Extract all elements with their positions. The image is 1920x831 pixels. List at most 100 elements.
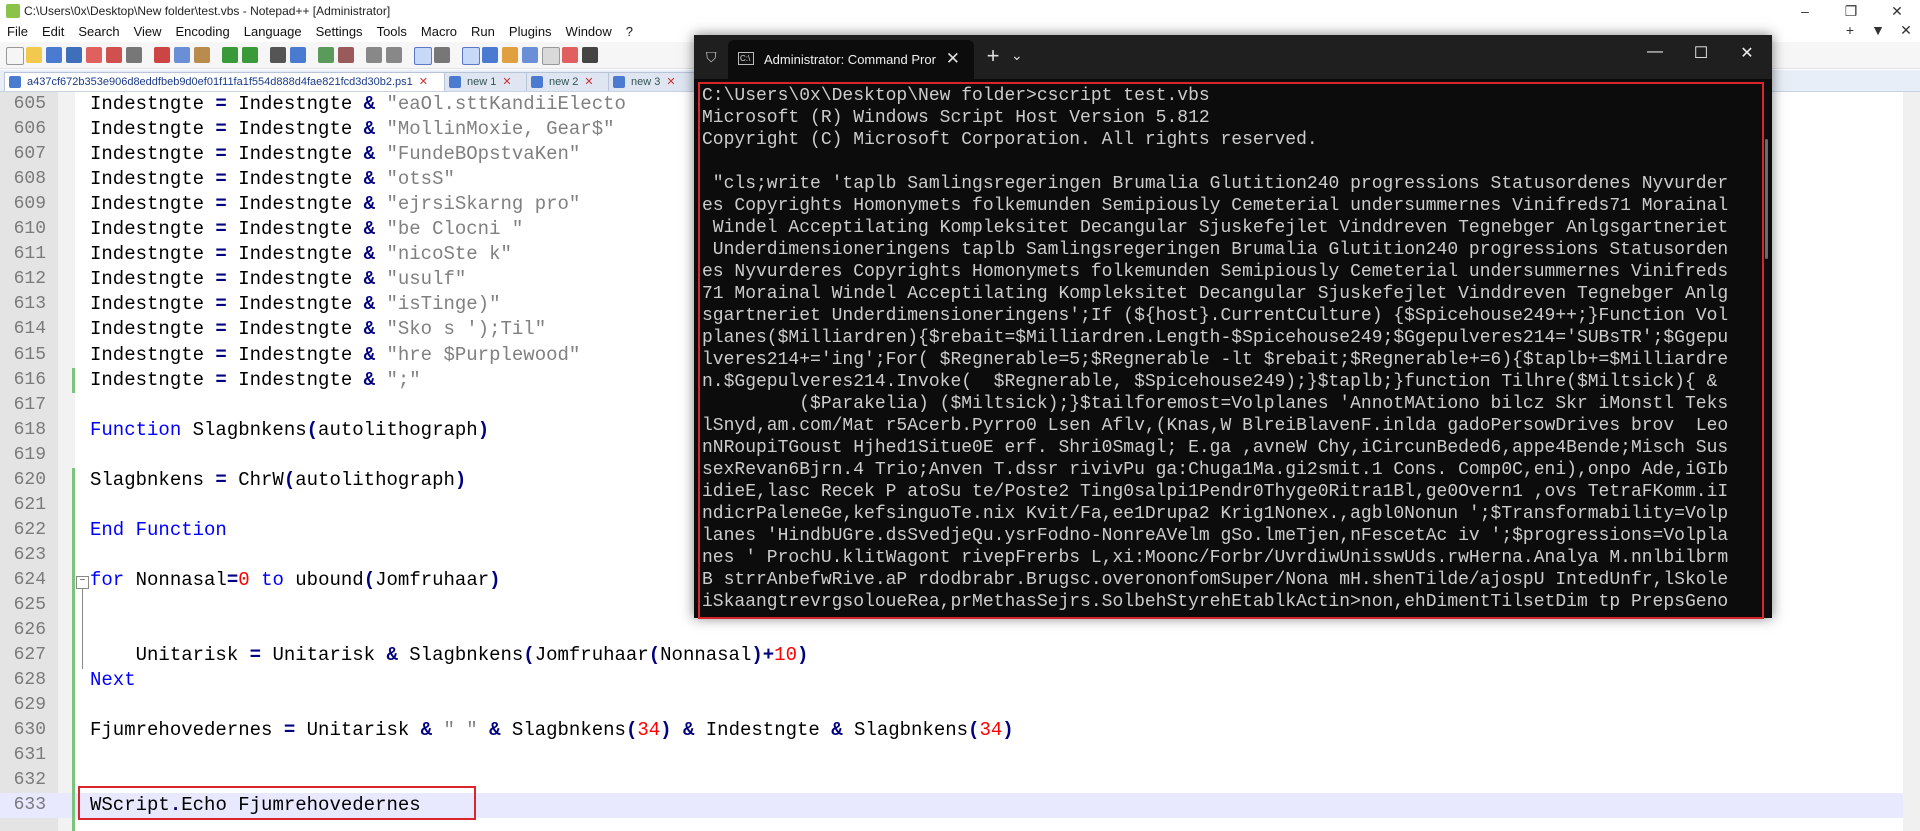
tab-new-2[interactable]: new 2 ✕ <box>526 72 618 91</box>
menu-settings[interactable]: Settings <box>309 22 370 39</box>
cmd-maximize-button[interactable]: ☐ <box>1678 43 1724 63</box>
monitoring-icon[interactable] <box>562 47 578 63</box>
tab-close-icon[interactable]: ✕ <box>666 76 675 88</box>
menu-run[interactable]: Run <box>464 22 502 39</box>
code-line[interactable]: 628 Next <box>0 668 1920 693</box>
menu-plugins[interactable]: Plugins <box>502 22 559 39</box>
line-number: 632 <box>13 770 46 790</box>
function-list-icon[interactable] <box>522 47 538 63</box>
menu-search[interactable]: Search <box>71 22 126 39</box>
code-token: Indestngte <box>90 93 216 115</box>
line-number: 627 <box>13 645 46 665</box>
open-file-icon[interactable] <box>26 47 42 63</box>
tab-label: new 1 <box>467 76 497 88</box>
folder-workspace-icon[interactable] <box>542 47 560 65</box>
file-tab-icon <box>9 76 21 88</box>
copy-icon[interactable] <box>174 47 190 63</box>
menu-view[interactable]: View <box>127 22 169 39</box>
line-number: 620 <box>13 470 46 490</box>
code-token: Nonnasal <box>660 644 752 666</box>
new-tab-button[interactable]: + <box>1836 22 1864 38</box>
code-token: Next <box>90 669 136 691</box>
cmd-console[interactable]: C:\Users\0x\Desktop\New folder>cscript t… <box>694 79 1772 619</box>
doc-map-icon[interactable] <box>502 47 518 63</box>
code-token: Indestngte <box>90 344 216 366</box>
paste-icon[interactable] <box>194 47 210 63</box>
code-token: ( <box>306 419 319 441</box>
tab-list-button[interactable]: ▼ <box>1864 22 1892 38</box>
cmd-minimize-button[interactable]: — <box>1632 43 1678 61</box>
menu-file[interactable]: File <box>0 22 35 39</box>
save-all-icon[interactable] <box>66 47 82 63</box>
tab-new-3[interactable]: new 3 ✕ <box>608 72 700 91</box>
window-title: C:\Users\0x\Desktop\New folder\test.vbs … <box>24 4 391 18</box>
tab-new-1[interactable]: new 1 ✕ <box>444 72 536 91</box>
code-line[interactable]: 626 <box>0 618 1920 643</box>
menu-macro[interactable]: Macro <box>414 22 464 39</box>
menu-encoding[interactable]: Encoding <box>169 22 237 39</box>
cmd-scrollbar-thumb[interactable] <box>1765 139 1768 259</box>
close-file-icon[interactable] <box>86 47 102 63</box>
tab-close-icon[interactable]: ✕ <box>584 76 593 88</box>
code-text: Unitarisk = Unitarisk & Slagbnkens(Jomfr… <box>90 643 809 668</box>
record-macro-icon[interactable] <box>582 47 598 63</box>
save-icon[interactable] <box>46 47 62 63</box>
cmd-tab-close-icon[interactable]: ✕ <box>946 49 960 69</box>
code-token: Indestngte <box>90 118 216 140</box>
code-token: 34 <box>979 719 1003 741</box>
tab-ps1-file[interactable]: a437cf672b353e906d8eddfbeb9d0ef01f11fa1f… <box>4 72 446 91</box>
code-token: Unitarisk <box>261 644 387 666</box>
line-number: 607 <box>13 144 46 164</box>
code-token: "MollinMoxie, Gear$" <box>386 118 615 140</box>
sync-vertical-icon[interactable] <box>366 47 382 63</box>
code-line[interactable]: 629 <box>0 693 1920 718</box>
editor-vertical-scrollbar[interactable] <box>1903 92 1920 831</box>
fold-collapse-icon[interactable]: − <box>76 576 89 589</box>
redo-icon[interactable] <box>242 47 258 63</box>
minimize-button[interactable]: – <box>1782 0 1828 22</box>
cmd-new-tab-button[interactable]: + <box>980 43 1006 69</box>
menu-help[interactable]: ? <box>619 22 640 39</box>
menu-tools[interactable]: Tools <box>370 22 414 39</box>
undo-icon[interactable] <box>222 47 238 63</box>
zoom-out-icon[interactable] <box>338 47 354 63</box>
code-line[interactable]: 627 Unitarisk = Unitarisk & Slagbnkens(J… <box>0 643 1920 668</box>
code-token: ";" <box>386 369 421 391</box>
line-number: 622 <box>13 520 46 540</box>
code-token: = <box>215 243 227 265</box>
cmd-dropdown-icon[interactable]: ⌄ <box>1011 47 1023 64</box>
code-line[interactable]: 630 Fjumrehovedernes = Unitarisk & " " & … <box>0 718 1920 743</box>
cut-icon[interactable] <box>154 47 170 63</box>
word-wrap-icon[interactable] <box>414 47 432 65</box>
cmd-close-button[interactable]: ✕ <box>1724 43 1770 63</box>
restore-button[interactable]: ❐ <box>1828 0 1874 22</box>
code-token: Indestngte <box>90 143 216 165</box>
close-all-icon[interactable] <box>106 47 122 63</box>
menu-language[interactable]: Language <box>237 22 309 39</box>
replace-icon[interactable] <box>290 47 306 63</box>
code-token: Indestngte <box>226 268 364 290</box>
menu-edit[interactable]: Edit <box>35 22 71 39</box>
show-all-chars-icon[interactable] <box>434 47 450 63</box>
code-line[interactable]: 631 <box>0 743 1920 768</box>
tab-close-icon[interactable]: ✕ <box>419 76 428 88</box>
tab-close-icon[interactable]: ✕ <box>502 76 511 88</box>
code-token: Indestngte <box>90 268 216 290</box>
sync-horizontal-icon[interactable] <box>386 47 402 63</box>
code-token: ) <box>477 419 490 441</box>
menu-window[interactable]: Window <box>559 22 619 39</box>
close-tab-button[interactable]: ✕ <box>1892 22 1920 39</box>
code-token: ( <box>625 719 638 741</box>
new-file-icon[interactable] <box>6 47 24 65</box>
code-token: Indestngte <box>90 369 216 391</box>
zoom-in-icon[interactable] <box>318 47 334 63</box>
indent-guide-icon[interactable] <box>462 47 480 65</box>
cmd-tab[interactable]: C:\ Administrator: Command Pror ✕ <box>728 40 974 79</box>
find-icon[interactable] <box>270 47 286 63</box>
line-number: 608 <box>13 169 46 189</box>
close-button[interactable]: ✕ <box>1874 0 1920 22</box>
print-icon[interactable] <box>126 47 142 63</box>
udl-icon[interactable] <box>482 47 498 63</box>
code-token: Slagbnkens <box>181 419 307 441</box>
